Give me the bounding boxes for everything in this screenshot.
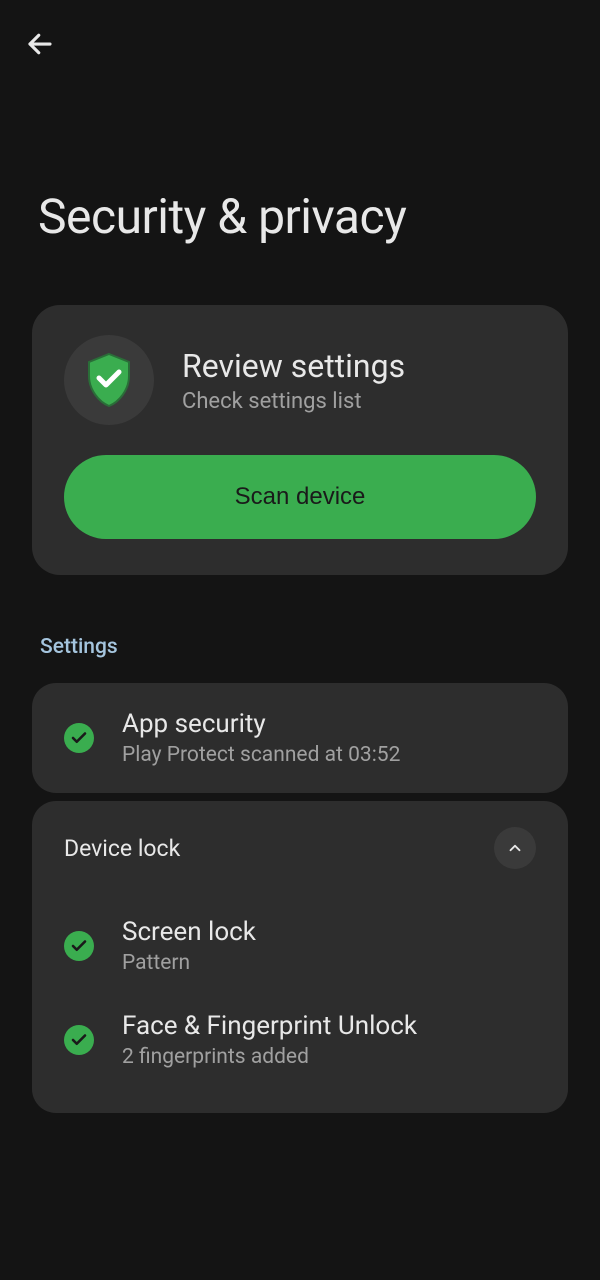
screen-lock-item[interactable]: Screen lock Pattern [64, 899, 536, 993]
app-security-title: App security [122, 709, 536, 739]
check-icon [64, 931, 94, 961]
back-button[interactable] [20, 24, 60, 64]
face-fingerprint-item[interactable]: Face & Fingerprint Unlock 2 fingerprints… [64, 993, 536, 1087]
screen-lock-title: Screen lock [122, 917, 536, 947]
settings-section-label: Settings [0, 595, 600, 683]
review-settings-card: Review settings Check settings list Scan… [32, 305, 568, 575]
shield-icon-container [64, 335, 154, 425]
arrow-left-icon [25, 29, 55, 59]
check-icon [64, 723, 94, 753]
screen-lock-subtitle: Pattern [122, 951, 536, 975]
scan-device-button[interactable]: Scan device [64, 455, 536, 539]
check-icon [64, 1025, 94, 1055]
chevron-up-icon [506, 839, 524, 857]
face-fingerprint-subtitle: 2 fingerprints added [122, 1045, 536, 1069]
shield-check-icon [85, 352, 133, 408]
review-title: Review settings [182, 347, 536, 385]
device-lock-header-title: Device lock [64, 835, 180, 862]
app-security-subtitle: Play Protect scanned at 03:52 [122, 743, 536, 767]
page-title: Security & privacy [0, 88, 600, 285]
app-security-card[interactable]: App security Play Protect scanned at 03:… [32, 683, 568, 793]
review-subtitle: Check settings list [182, 389, 536, 414]
face-fingerprint-title: Face & Fingerprint Unlock [122, 1011, 536, 1041]
collapse-button[interactable] [494, 827, 536, 869]
device-lock-card: Device lock Screen lock Pattern Face & F… [32, 801, 568, 1113]
